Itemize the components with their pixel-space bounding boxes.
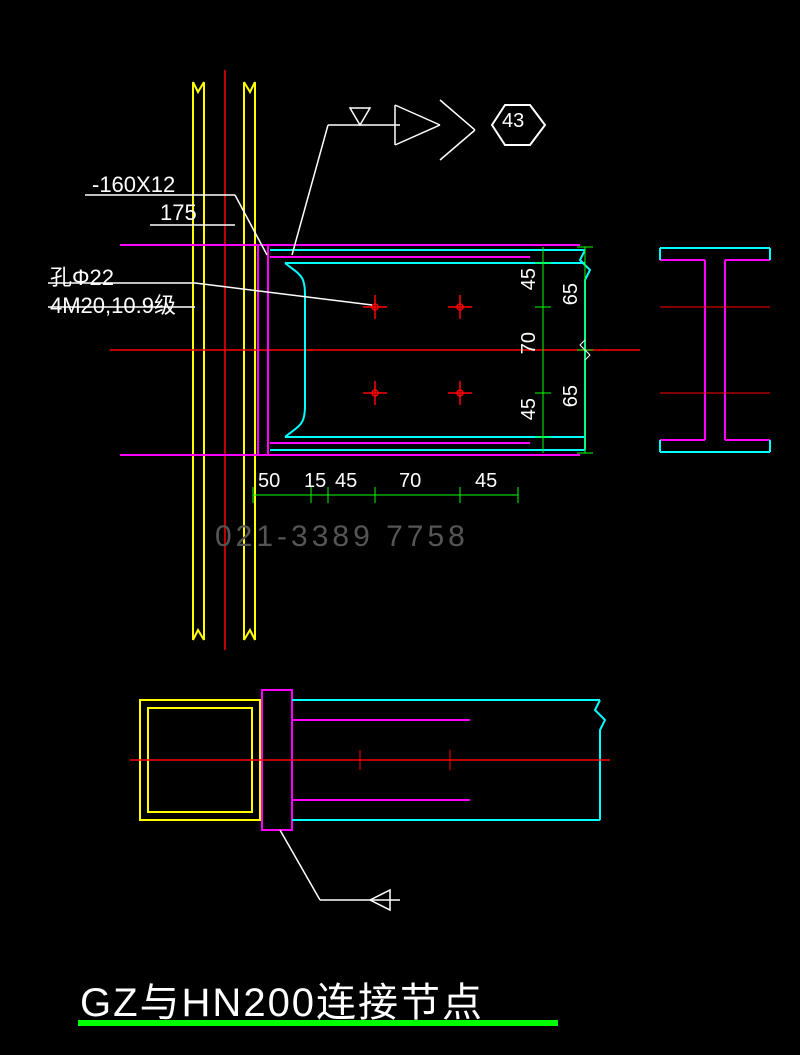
dim-vo-bot: 65 [560,385,583,407]
dim-vo-top: 65 [560,283,583,305]
detail-ref-label: 43 [502,110,524,133]
ibeam-section [660,248,770,452]
dim-h5: 45 [475,470,497,493]
dim-h3: 45 [335,470,357,493]
plan-view [130,690,610,910]
dim-h4: 70 [399,470,421,493]
dim-h1: 50 [258,470,280,493]
bolt-spec-label: 4M20,10.9级 [50,288,176,320]
dim-vi-bot: 45 [518,398,541,420]
plate-width-label: 175 [160,200,197,226]
title-underline [78,1020,558,1026]
watermark: 021-3389 7758 [215,520,469,554]
column-lines [193,82,255,640]
plate-spec-label: -160X12 [92,172,175,198]
dim-vi-mid: 70 [518,332,541,354]
dim-h2: 15 [304,470,326,493]
centerlines [110,70,640,650]
dim-vi-top: 45 [518,268,541,290]
